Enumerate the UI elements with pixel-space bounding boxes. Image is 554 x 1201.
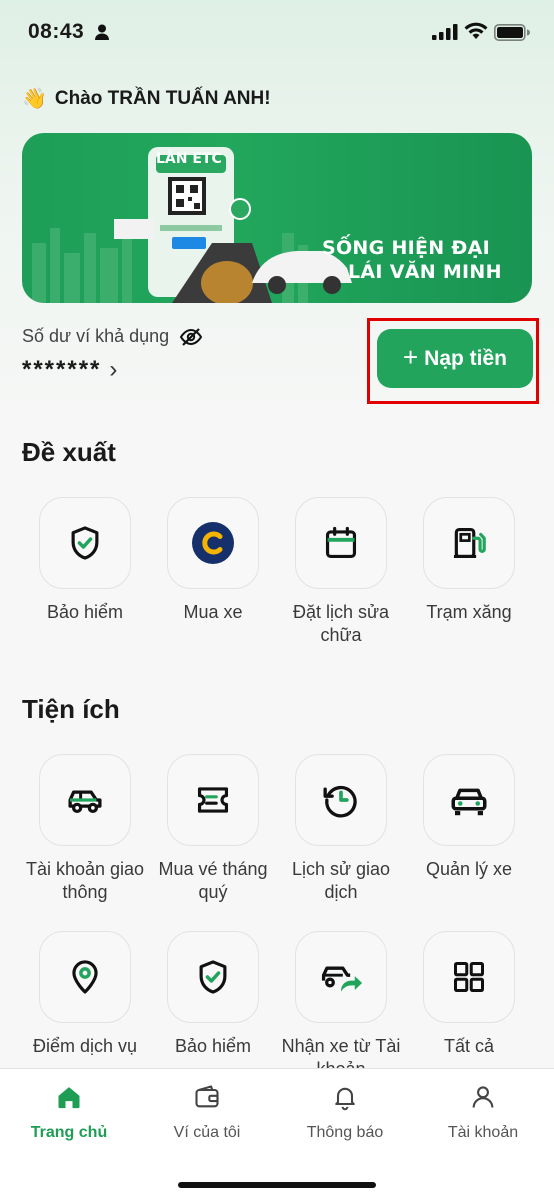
tile-label: Tài khoản giao thông bbox=[25, 859, 145, 902]
car-share-icon bbox=[321, 966, 363, 992]
status-time: 08:43 bbox=[28, 20, 85, 43]
tile-label: Tất cả bbox=[443, 1036, 495, 1056]
shield-check-icon bbox=[71, 526, 99, 560]
calendar-icon bbox=[325, 526, 357, 559]
topup-button[interactable]: + Nạp tiền bbox=[377, 329, 533, 388]
tile-gas-station[interactable]: Trạm xăng bbox=[405, 497, 533, 624]
tab-account[interactable]: Tài khoản bbox=[414, 1083, 552, 1142]
tile-label: Lịch sử giao dịch bbox=[291, 859, 391, 902]
topup-label: Nạp tiền bbox=[424, 346, 508, 370]
tile-label: Bảo hiểm bbox=[46, 602, 124, 622]
history-clock-icon bbox=[323, 785, 357, 818]
tab-notifications[interactable]: Thông báo bbox=[276, 1083, 414, 1142]
section-title-suggested: Đề xuất bbox=[22, 437, 116, 467]
plus-icon: + bbox=[402, 341, 419, 372]
tile-insurance-2[interactable]: Bảo hiểm bbox=[149, 931, 277, 1058]
status-bar: 08:43 bbox=[0, 0, 554, 64]
location-pin-icon bbox=[72, 960, 98, 994]
balance-masked: ******* bbox=[22, 356, 102, 383]
car-icon bbox=[68, 790, 102, 814]
tile-transaction-history[interactable]: Lịch sử giao dịch bbox=[277, 754, 405, 904]
wallet-icon bbox=[195, 1085, 219, 1108]
tile-repair-booking[interactable]: Đặt lịch sửa chữa bbox=[277, 497, 405, 647]
eye-slash-icon[interactable] bbox=[179, 327, 203, 347]
tile-label: Bảo hiểm bbox=[174, 1036, 252, 1056]
section-title-utilities: Tiện ích bbox=[22, 694, 120, 724]
tab-label: Trang chủ bbox=[30, 1124, 108, 1141]
tab-label: Tài khoản bbox=[447, 1124, 519, 1141]
tile-traffic-account[interactable]: Tài khoản giao thông bbox=[21, 754, 149, 904]
banner-brand: LÀN ETC bbox=[156, 151, 222, 167]
car-front-icon bbox=[451, 788, 487, 816]
tab-wallet[interactable]: Ví của tôi bbox=[138, 1083, 276, 1142]
balance-value[interactable]: ******* › bbox=[22, 356, 119, 384]
battery-icon bbox=[494, 24, 530, 41]
greeting: 👋 Chào TRẦN TUẤN ANH! bbox=[22, 86, 271, 111]
tile-label: Quản lý xe bbox=[425, 859, 513, 879]
grid-icon bbox=[454, 962, 484, 992]
user-icon bbox=[472, 1086, 494, 1108]
tile-buy-car[interactable]: Mua xe bbox=[149, 497, 277, 624]
shield-check-icon bbox=[199, 960, 227, 994]
tab-home[interactable]: Trang chủ bbox=[0, 1083, 138, 1142]
tab-label: Thông báo bbox=[306, 1124, 384, 1141]
tile-service-points[interactable]: Điểm dịch vụ bbox=[21, 931, 149, 1058]
tile-label: Mua xe bbox=[183, 602, 243, 622]
balance-label: Số dư ví khả dụng bbox=[22, 326, 203, 347]
chevron-right-icon: › bbox=[109, 356, 120, 383]
wifi-icon bbox=[464, 22, 488, 39]
tile-label: Mua vé tháng quý bbox=[158, 859, 268, 902]
home-indicator bbox=[178, 1182, 376, 1188]
promo-banner[interactable]: LÀN ETC SỐNG HIỆN ĐẠI LÁI VĂN MINH bbox=[22, 133, 532, 303]
tile-label: Đặt lịch sửa chữa bbox=[292, 602, 390, 645]
signal-icon bbox=[432, 24, 458, 40]
ticket-icon bbox=[197, 787, 229, 813]
bell-icon bbox=[335, 1087, 355, 1111]
tile-vehicle-management[interactable]: Quản lý xe bbox=[405, 754, 533, 881]
person-status-icon bbox=[95, 24, 109, 40]
c-logo-icon bbox=[192, 522, 234, 564]
tile-label: Điểm dịch vụ bbox=[32, 1036, 138, 1056]
banner-headline-2: LÁI VĂN MINH bbox=[348, 261, 502, 283]
home-icon bbox=[58, 1087, 80, 1109]
tile-all[interactable]: Tất cả bbox=[405, 931, 533, 1058]
tile-receive-car[interactable]: Nhận xe từ Tài khoản bbox=[277, 931, 405, 1081]
wave-emoji-icon: 👋 bbox=[22, 88, 47, 110]
tile-monthly-ticket[interactable]: Mua vé tháng quý bbox=[149, 754, 277, 904]
tab-label: Ví của tôi bbox=[173, 1124, 241, 1141]
fuel-pump-icon bbox=[453, 527, 486, 559]
greeting-text: Chào TRẦN TUẤN ANH! bbox=[54, 87, 271, 109]
balance-label-text: Số dư ví khả dụng bbox=[22, 326, 170, 346]
tile-label: Trạm xăng bbox=[426, 602, 512, 622]
banner-headline-1: SỐNG HIỆN ĐẠI bbox=[322, 237, 491, 259]
tile-insurance[interactable]: Bảo hiểm bbox=[21, 497, 149, 624]
